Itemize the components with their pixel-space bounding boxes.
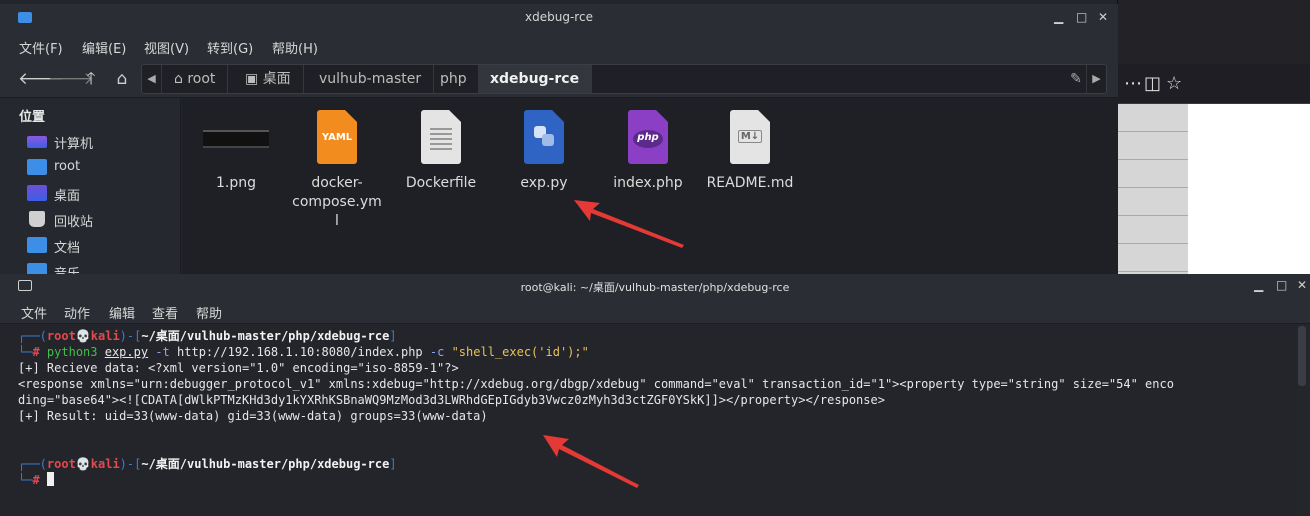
- minimize-icon[interactable]: ▁: [1054, 10, 1063, 24]
- menu-file[interactable]: 文件(F): [19, 38, 63, 57]
- computer-icon: [27, 136, 47, 148]
- browser-page: [1118, 104, 1310, 274]
- home-icon: ⌂: [174, 71, 188, 87]
- close-icon[interactable]: ✕: [1098, 10, 1108, 24]
- terminal-menu-edit[interactable]: 编辑: [109, 303, 135, 322]
- output-line: [+] Result: uid=33(www-data) gid=33(www-…: [18, 409, 488, 423]
- prompt-line: ┌──(root💀kali)-[~/桌面/vulhub-master/php/x…: [18, 457, 397, 471]
- forward-arrow-icon[interactable]: 🡒: [48, 67, 94, 91]
- page-grid: [1118, 104, 1188, 274]
- sidebar-item-music[interactable]: 音乐: [27, 260, 177, 274]
- prompt-line: ┌──(root💀kali)-[~/桌面/vulhub-master/php/x…: [18, 329, 397, 343]
- desktop-icon: ▣: [245, 71, 263, 87]
- output-line: <response xmlns="urn:debugger_protocol_v…: [18, 377, 1174, 391]
- sidebar-item-documents[interactable]: 文档: [27, 234, 177, 256]
- documents-folder-icon: [27, 237, 47, 253]
- pocket-icon[interactable]: ◫: [1144, 73, 1161, 94]
- output-line: ding="base64"><![CDATA[dWlkPTMzKHd3dy1kY…: [18, 393, 885, 407]
- home-icon[interactable]: ⌂: [110, 67, 134, 91]
- terminal-titlebar: root@kali: ~/桌面/vulhub-master/php/xdebug…: [0, 274, 1310, 298]
- music-folder-icon: [27, 263, 47, 274]
- markdown-file-icon: M↓: [728, 110, 772, 166]
- image-thumbnail-icon: [203, 110, 269, 166]
- sidebar-item-root[interactable]: root: [27, 156, 177, 178]
- menu-view[interactable]: 视图(V): [144, 38, 189, 57]
- php-file-icon: php: [626, 110, 670, 166]
- file-exp-py[interactable]: exp.py: [489, 110, 599, 193]
- annotation-arrow-exp-py: [574, 200, 684, 248]
- path-scroll-left-icon[interactable]: ◀: [142, 65, 162, 93]
- annotation-arrow-result: [543, 435, 639, 488]
- path-bar: ◀ ⌂ root ▣ 桌面 vulhub-master php xdebug-r…: [141, 64, 1107, 94]
- window-title: xdebug-rce: [525, 10, 593, 24]
- home-folder-icon: [27, 159, 47, 175]
- terminal-title: root@kali: ~/桌面/vulhub-master/php/xdebug…: [520, 281, 790, 294]
- command-line: └─# python3 exp.py -t http://192.168.1.1…: [18, 345, 589, 359]
- file-dockerfile[interactable]: Dockerfile: [386, 110, 496, 193]
- sidebar-heading: 位置: [19, 110, 46, 125]
- breadcrumb-xdebug-rce[interactable]: xdebug-rce: [478, 65, 593, 93]
- toolbar: 🡐 🡒 🡑 ⌂ ◀ ⌂ root ▣ 桌面 vulhub-master php …: [0, 60, 1118, 98]
- terminal-menu-action[interactable]: 动作: [64, 303, 90, 322]
- sidebar-item-computer[interactable]: 计算机: [27, 130, 177, 152]
- skull-icon: 💀: [75, 457, 91, 471]
- menu-help[interactable]: 帮助(H): [272, 38, 318, 57]
- breadcrumb-root[interactable]: ⌂ root: [162, 65, 229, 93]
- file-docker-compose-yml[interactable]: YAML docker-compose.yml: [282, 110, 392, 231]
- browser-toolbar: ⋯ ◫ ☆: [1118, 64, 1310, 104]
- up-arrow-icon[interactable]: 🡑: [79, 67, 103, 91]
- maximize-icon[interactable]: □: [1076, 10, 1087, 24]
- breadcrumb-vulhub-master[interactable]: vulhub-master: [307, 65, 435, 93]
- yaml-file-icon: YAML: [315, 110, 359, 166]
- terminal-output[interactable]: ┌──(root💀kali)-[~/桌面/vulhub-master/php/x…: [0, 324, 1296, 516]
- minimize-icon[interactable]: ▁: [1254, 278, 1263, 292]
- breadcrumb-desktop[interactable]: ▣ 桌面: [233, 65, 304, 93]
- python-file-icon: [522, 110, 566, 166]
- close-icon[interactable]: ✕: [1297, 278, 1307, 292]
- output-line: [+] Recieve data: <?xml version="1.0" en…: [18, 361, 459, 375]
- terminal-scrollbar[interactable]: [1298, 326, 1306, 386]
- terminal-menu-bar: 文件 动作 编辑 查看 帮助: [0, 298, 1310, 324]
- maximize-icon[interactable]: □: [1276, 278, 1287, 292]
- file-1-png[interactable]: 1.png: [181, 110, 291, 193]
- file-manager-window: xdebug-rce ▁ □ ✕ 文件(F) 编辑(E) 视图(V) 转到(G)…: [0, 0, 1118, 274]
- sidebar-item-trash[interactable]: 回收站: [27, 208, 177, 230]
- desktop-folder-icon: [27, 185, 47, 201]
- file-manager-titlebar: xdebug-rce ▁ □ ✕: [0, 4, 1118, 32]
- back-arrow-icon[interactable]: 🡐: [18, 67, 64, 91]
- edit-path-icon[interactable]: ✎: [1066, 65, 1086, 93]
- menu-go[interactable]: 转到(G): [207, 38, 253, 57]
- text-file-icon: [419, 110, 463, 166]
- path-scroll-right-icon[interactable]: ▶: [1086, 65, 1106, 93]
- background-titlebar: [1118, 0, 1310, 64]
- command-line: └─#: [18, 472, 1296, 488]
- terminal-menu-file[interactable]: 文件: [21, 303, 47, 322]
- terminal-menu-view[interactable]: 查看: [152, 303, 178, 322]
- sidebar-item-desktop[interactable]: 桌面: [27, 182, 177, 204]
- file-readme-md[interactable]: M↓ README.md: [695, 110, 805, 193]
- terminal-window: root@kali: ~/桌面/vulhub-master/php/xdebug…: [0, 274, 1310, 516]
- skull-icon: 💀: [75, 329, 91, 343]
- overflow-icon[interactable]: ⋯: [1124, 73, 1142, 94]
- bookmark-star-icon[interactable]: ☆: [1166, 73, 1182, 94]
- sidebar: 位置 计算机 root 桌面 回收站 文档 音乐: [0, 98, 181, 274]
- menu-bar: 文件(F) 编辑(E) 视图(V) 转到(G) 帮助(H): [0, 32, 1118, 60]
- terminal-cursor: [46, 472, 54, 486]
- trash-icon: [29, 211, 45, 227]
- breadcrumb-php[interactable]: php: [428, 65, 480, 93]
- terminal-menu-help[interactable]: 帮助: [196, 303, 222, 322]
- file-index-php[interactable]: php index.php: [593, 110, 703, 193]
- menu-edit[interactable]: 编辑(E): [82, 38, 126, 57]
